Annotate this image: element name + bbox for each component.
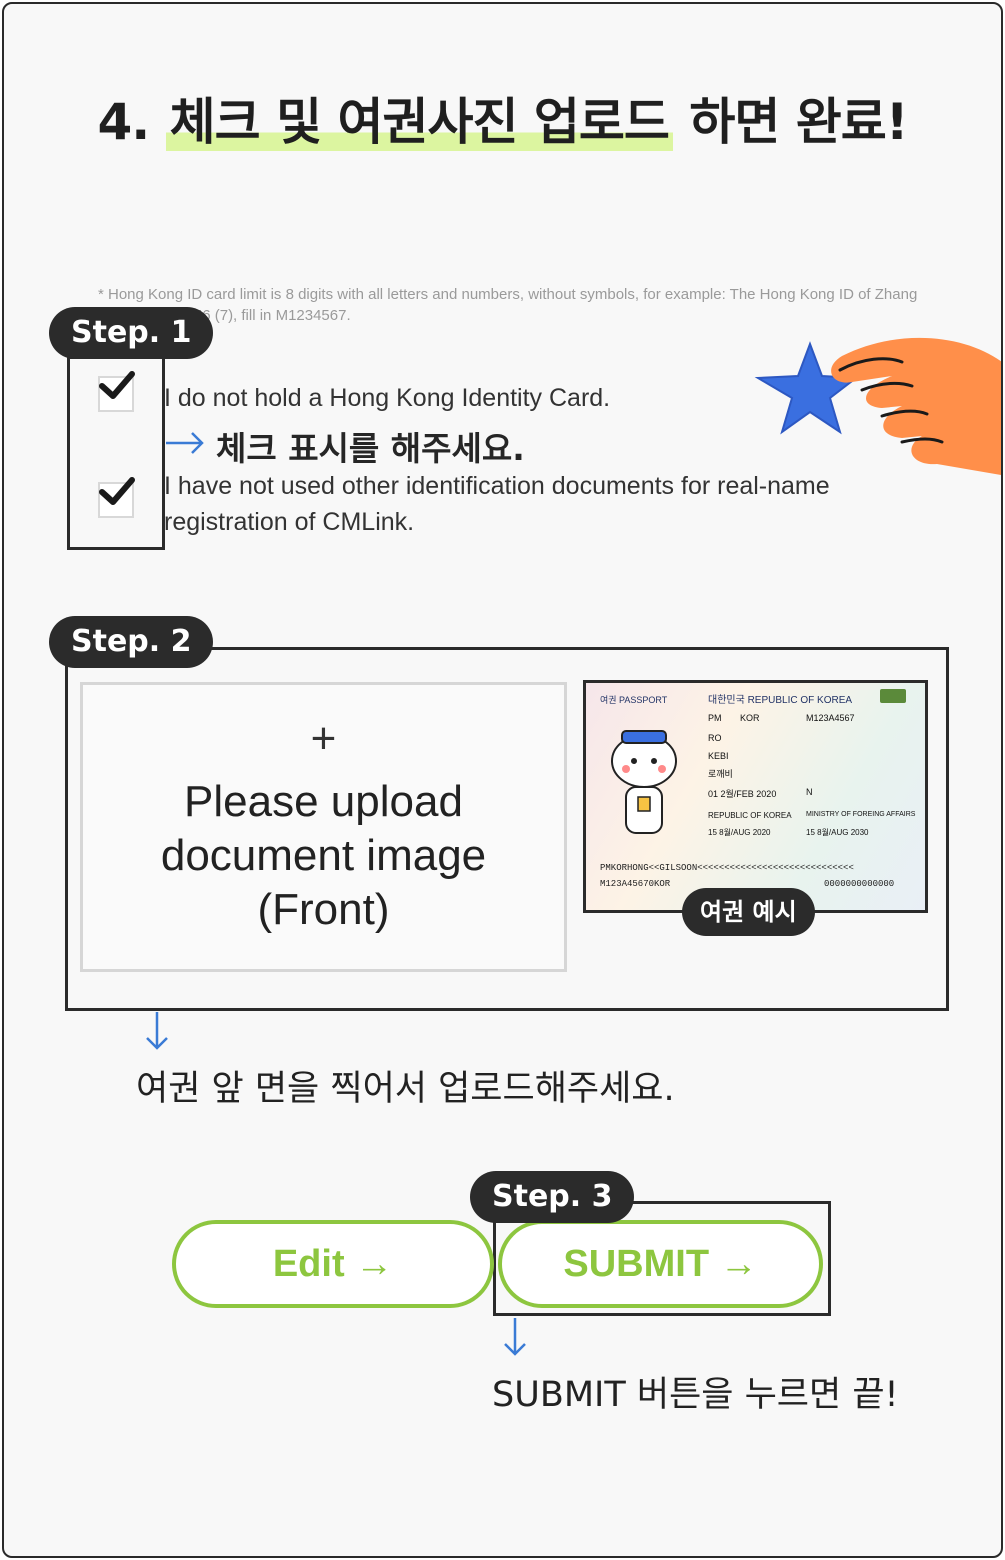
checkmark-icon xyxy=(99,477,135,505)
step3-badge: Step. 3 xyxy=(470,1171,635,1223)
step2-badge: Step. 2 xyxy=(49,616,214,668)
passport-header-right: 대한민국 REPUBLIC OF KOREA xyxy=(708,695,853,706)
hand-holding-star-illustration xyxy=(754,337,1001,475)
arrow-down-icon xyxy=(504,1318,526,1356)
title-highlight: 체크 및 여권사진 업로드 xyxy=(165,93,673,151)
arrow-down-icon xyxy=(146,1012,168,1050)
submit-button[interactable]: SUBMIT → xyxy=(498,1220,823,1308)
passport-mrz-line1: PMKORHONG<<GILSOON<<<<<<<<<<<<<<<<<<<<<<… xyxy=(600,863,854,873)
upload-document-front[interactable]: + Please upload document image (Front) xyxy=(80,682,567,972)
passport-date-issue: 15 8월/AUG 2020 xyxy=(708,828,771,837)
passport-surname: RO xyxy=(708,733,722,743)
step3-instruction: SUBMIT 버튼을 누르면 끝! xyxy=(492,1375,899,1415)
passport-sex: N xyxy=(806,787,813,797)
passport-country: KOR xyxy=(740,713,760,723)
step1-badge: Step. 1 xyxy=(49,307,214,359)
mascot-photo xyxy=(611,730,677,834)
passport-authority: MINISTRY OF FOREING AFFAIRS xyxy=(806,811,916,818)
passport-header-left: 여권 PASSPORT xyxy=(600,695,668,705)
title-prefix: 4. xyxy=(97,93,166,151)
step1-instruction: 체크 표시를 해주세요. xyxy=(216,429,525,468)
passport-mrz-line2: M123A45670KOR xyxy=(600,879,671,889)
passport-emblem-icon xyxy=(880,689,906,703)
edit-button[interactable]: Edit → xyxy=(172,1220,494,1308)
agree1-label: I do not hold a Hong Kong Identity Card. xyxy=(164,384,611,412)
arrow-right-icon xyxy=(166,432,204,454)
passport-nationality: REPUBLIC OF KOREA xyxy=(708,811,792,820)
agree2-checkbox[interactable] xyxy=(98,477,135,518)
passport-example-image: 여권 PASSPORT 대한민국 REPUBLIC OF KOREA PM KO… xyxy=(583,680,928,913)
title-suffix: 하면 완료! xyxy=(672,93,908,151)
checkmark-icon xyxy=(99,371,135,399)
passport-type: PM xyxy=(708,713,722,723)
step2-instruction: 여권 앞 면을 찍어서 업로드해주세요. xyxy=(136,1069,675,1109)
agree1-checkbox[interactable] xyxy=(98,371,135,412)
passport-example-badge: 여권 예시 xyxy=(682,888,815,936)
plus-icon: + xyxy=(310,714,337,763)
passport-number: M123A4567 xyxy=(806,713,855,723)
upload-label: Please upload document image (Front) xyxy=(160,777,487,934)
passport-given-names: KEBI xyxy=(708,751,729,761)
page-title: 4. 체크 및 여권사진 업로드 하면 완료! xyxy=(4,82,1001,154)
passport-date-expiry: 15 8월/AUG 2030 xyxy=(806,828,869,837)
hk-id-note: * Hong Kong ID card limit is 8 digits wi… xyxy=(98,286,918,324)
passport-dob: 01 2월/FEB 2020 xyxy=(708,789,777,799)
page-frame: 4. 체크 및 여권사진 업로드 하면 완료! * Hong Kong ID c… xyxy=(2,2,1003,1558)
passport-korean-name: 로깨비 xyxy=(708,769,733,779)
passport-mrz-line2-tail: 0000000000000 xyxy=(824,879,895,889)
